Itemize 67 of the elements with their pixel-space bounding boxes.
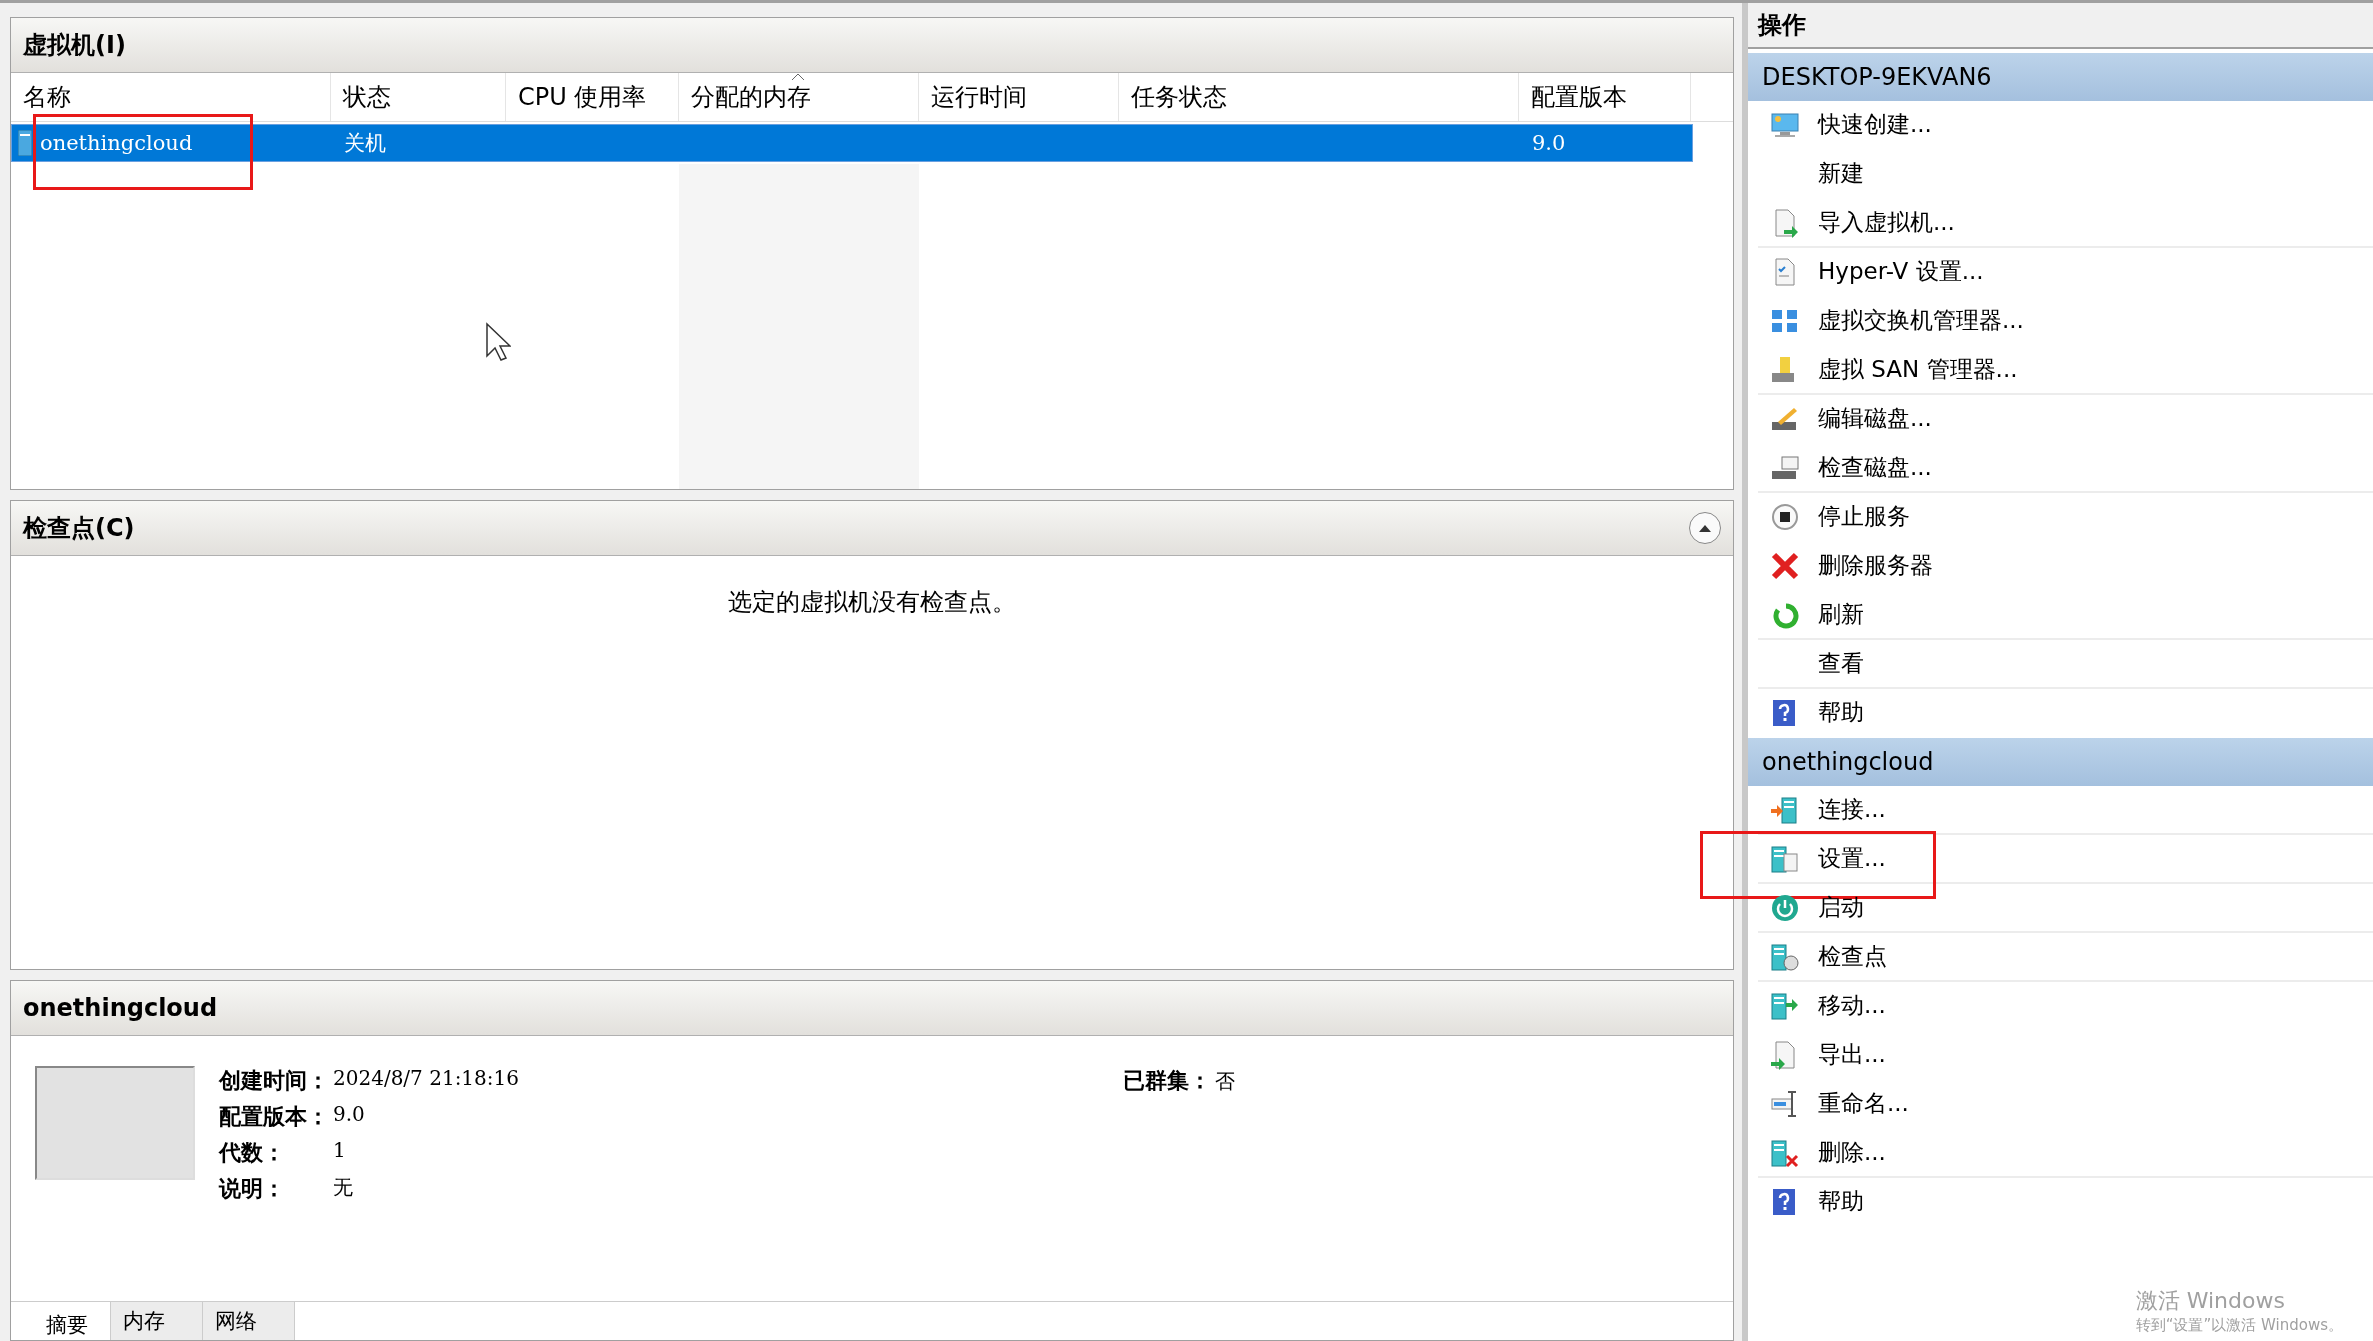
column-header[interactable]: 运行时间 bbox=[919, 73, 1119, 121]
action-item[interactable]: 启动 bbox=[1758, 884, 2373, 933]
activation-title: 激活 Windows bbox=[2135, 1287, 2286, 1315]
action-item[interactable]: 虚拟交换机管理器... bbox=[1758, 297, 2373, 346]
field-label: 说明： bbox=[219, 1174, 285, 1203]
action-item[interactable]: 帮助 bbox=[1758, 1178, 2373, 1227]
group-header[interactable]: onethingcloud bbox=[1748, 738, 2373, 786]
sort-caret-icon bbox=[791, 73, 805, 81]
collapse-button[interactable] bbox=[1689, 512, 1721, 545]
activation-subtitle: 转到“设置”以激活 Windows。 bbox=[2135, 1316, 2343, 1335]
action-item[interactable]: 刷新 bbox=[1758, 591, 2373, 640]
tab[interactable]: 内存 bbox=[111, 1302, 203, 1340]
field-value: 9.0 bbox=[333, 1101, 365, 1128]
column-header[interactable]: 分配的内存 bbox=[679, 73, 919, 121]
action-item[interactable]: 虚拟 SAN 管理器... bbox=[1758, 346, 2373, 395]
action-item[interactable]: 帮助 bbox=[1758, 689, 2373, 738]
field-value: 无 bbox=[333, 1173, 353, 1201]
table-cell-text: 关机 bbox=[344, 130, 386, 157]
action-item[interactable]: Hyper-V 设置... bbox=[1758, 248, 2373, 297]
action-item[interactable]: 连接... bbox=[1758, 786, 2373, 835]
action-item[interactable]: 导出... bbox=[1758, 1031, 2373, 1080]
caret-up-icon bbox=[1698, 523, 1712, 534]
empty-message: 选定的虚拟机没有检查点。 bbox=[728, 587, 1016, 619]
panel-title: onethingcloud bbox=[23, 993, 218, 1022]
action-item[interactable]: 新建 bbox=[1758, 150, 2373, 199]
server-icon bbox=[18, 130, 32, 156]
mouse-cursor-icon bbox=[485, 322, 511, 362]
action-item[interactable]: 删除... bbox=[1758, 1129, 2373, 1178]
action-item[interactable]: 编辑磁盘... bbox=[1758, 395, 2373, 444]
server-x-icon bbox=[1770, 1137, 1800, 1168]
table-cell: onethingcloud bbox=[40, 131, 193, 155]
column-header[interactable]: CPU 使用率 bbox=[506, 73, 679, 121]
action-item[interactable]: 检查磁盘... bbox=[1758, 444, 2373, 493]
x-icon bbox=[1770, 550, 1800, 581]
field-label: 代数： bbox=[219, 1138, 285, 1167]
table-cell: 9.0 bbox=[1532, 131, 1566, 155]
pane-title: 操作 bbox=[1758, 10, 1806, 41]
server-arrow-icon bbox=[1770, 794, 1800, 825]
server-settings-icon bbox=[1770, 843, 1800, 874]
group-header[interactable]: DESKTOP-9EKVAN6 bbox=[1748, 53, 2373, 101]
column-header[interactable]: 名称 bbox=[11, 73, 331, 121]
column-header[interactable]: 配置版本 bbox=[1519, 73, 1691, 121]
field-value: 2024/8/7 21:18:16 bbox=[333, 1065, 519, 1092]
panel-title: 虚拟机(I) bbox=[23, 30, 126, 61]
stop-icon bbox=[1770, 501, 1800, 532]
field-value: 1 bbox=[333, 1137, 346, 1164]
field-value: 否 bbox=[1215, 1067, 1235, 1095]
field-label: 创建时间： bbox=[219, 1066, 329, 1095]
server-clock-icon bbox=[1770, 941, 1800, 972]
field-label: 配置版本： bbox=[219, 1102, 329, 1131]
action-item[interactable]: 删除服务器 bbox=[1758, 542, 2373, 591]
action-item[interactable]: 移动... bbox=[1758, 982, 2373, 1031]
tab[interactable]: 网络 bbox=[203, 1302, 295, 1340]
action-item[interactable]: 设置... bbox=[1758, 835, 2373, 884]
vm-row[interactable]: onethingcloud 关机 9.0 bbox=[11, 124, 1693, 162]
server-arrow-icon bbox=[1770, 990, 1800, 1021]
power-icon bbox=[1770, 892, 1800, 923]
action-item[interactable]: 重命名... bbox=[1758, 1080, 2373, 1129]
action-item[interactable]: 查看 bbox=[1758, 640, 2373, 689]
action-item[interactable]: 停止服务 bbox=[1758, 493, 2373, 542]
column-header[interactable]: 任务状态 bbox=[1119, 73, 1519, 121]
action-item[interactable]: 导入虚拟机... bbox=[1758, 199, 2373, 248]
column-header[interactable]: 状态 bbox=[331, 73, 506, 121]
action-item[interactable]: 快速创建... bbox=[1758, 101, 2373, 150]
panel-title: 检查点(C) bbox=[23, 513, 135, 545]
action-item[interactable]: 检查点 bbox=[1758, 933, 2373, 982]
field-label: 已群集： bbox=[1123, 1066, 1211, 1095]
